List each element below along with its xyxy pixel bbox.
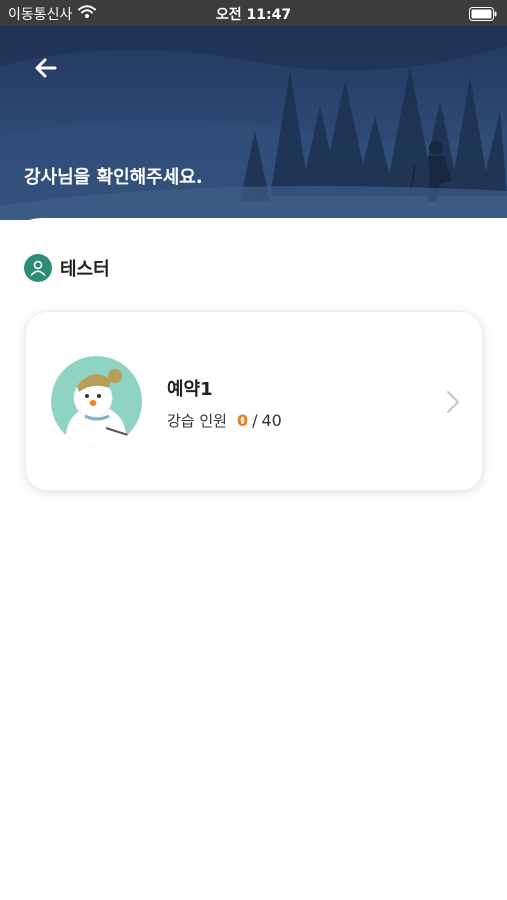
person-icon (24, 254, 52, 282)
capacity-current: 0 (236, 411, 249, 430)
reservation-card[interactable]: 예약1 강습 인원 0 / 40 (25, 311, 483, 491)
header: 강사님을 확인해주세요. (0, 26, 507, 220)
capacity-separator: / (252, 411, 258, 430)
header-background-illustration (0, 26, 507, 220)
battery-icon (469, 6, 497, 25)
chevron-right-icon (446, 390, 460, 418)
user-row: 테스터 (24, 254, 110, 282)
status-time: 오전 11:47 (215, 7, 292, 23)
snowman-avatar (51, 356, 142, 447)
user-name: 테스터 (60, 259, 110, 280)
capacity-row: 강습 인원 0 / 40 (167, 410, 282, 431)
page-title: 강사님을 확인해주세요. (24, 167, 203, 188)
status-bar: 이동통신사 오전 11:47 (0, 0, 507, 26)
capacity-label: 강습 인원 (167, 412, 227, 430)
reservation-title: 예약1 (167, 379, 213, 400)
arrow-left-icon (35, 58, 57, 78)
content-sheet: 테스터 예약1 강습 인원 0 / 40 (0, 218, 507, 900)
capacity-max: 40 (261, 411, 282, 430)
back-button[interactable] (28, 50, 64, 86)
